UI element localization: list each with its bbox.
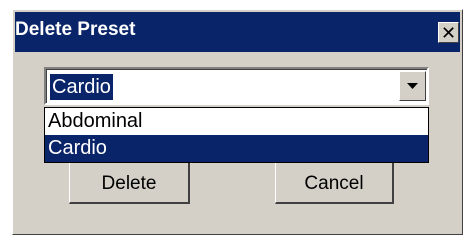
dialog-title: Delete Preset [15, 19, 136, 40]
combobox-field: Cardio [46, 69, 427, 103]
cancel-button-label: Cancel [304, 173, 364, 194]
preset-combobox[interactable]: Cardio [44, 67, 429, 105]
preset-dropdown-list: Abdominal Cardio [44, 107, 429, 163]
title-bar[interactable]: Delete Preset ✕ [15, 12, 460, 52]
close-icon: ✕ [440, 22, 457, 43]
delete-button[interactable]: Delete [69, 159, 190, 204]
list-option-abdominal[interactable]: Abdominal [45, 108, 428, 135]
combobox-selected-value[interactable]: Cardio [50, 74, 113, 100]
dropdown-arrow-button[interactable] [399, 71, 426, 101]
cancel-button[interactable]: Cancel [275, 159, 394, 204]
chevron-down-icon [407, 83, 418, 89]
delete-preset-dialog: Delete Preset ✕ Cardio Delete Cancel Abd… [12, 9, 463, 235]
list-option-cardio[interactable]: Cardio [45, 135, 428, 162]
close-button[interactable]: ✕ [438, 22, 459, 43]
delete-button-label: Delete [101, 173, 157, 194]
